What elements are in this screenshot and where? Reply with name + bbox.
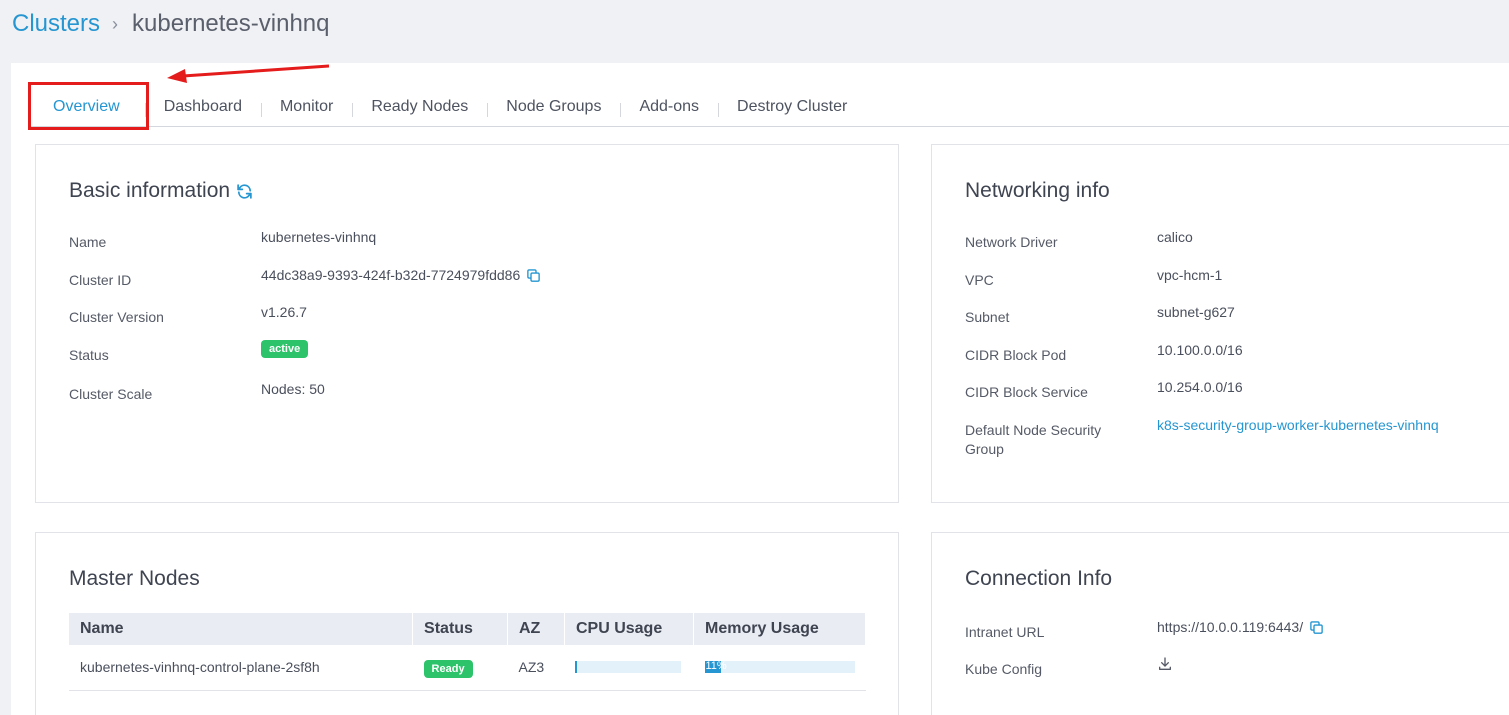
label-status: Status [69,347,109,363]
label-cluster-scale: Cluster Scale [69,386,153,402]
breadcrumb-separator: › [112,13,119,34]
value-cluster-version: v1.26.7 [261,304,307,320]
node-az: AZ3 [507,645,565,691]
download-icon[interactable] [1157,656,1173,672]
label-cluster-version: Cluster Version [69,309,164,325]
table-header-row: Name Status AZ CPU Usage Memory Usage [69,613,866,645]
value-cluster-id: 44dc38a9-9393-424f-b32d-7724979fdd86 [261,267,521,283]
value-intranet-url: https://10.0.0.119:6443/ [1157,619,1304,635]
column-header-az: AZ [507,613,565,645]
breadcrumb-clusters-link[interactable]: Clusters [12,10,100,38]
cpu-usage-bar [575,661,682,674]
tab-dashboard[interactable]: Dashboard [144,87,261,126]
tab-add-ons[interactable]: Add-ons [620,87,718,126]
master-nodes-card: Master Nodes Name Status AZ CPU Usage Me… [35,532,899,715]
column-header-status: Status [412,613,508,645]
value-cluster-scale: Nodes: 50 [261,381,325,397]
value-cidr-service: 10.254.0.0/16 [1157,379,1243,395]
column-header-name: Name [69,613,414,645]
copy-url-icon[interactable] [1309,620,1324,635]
master-nodes-table: Name Status AZ CPU Usage Memory Usage ku… [69,613,866,691]
basic-information-card: Basic information Name kubernetes-vinhnq… [35,144,899,503]
refresh-icon[interactable] [236,183,253,200]
node-status-badge: Ready [423,660,473,679]
breadcrumb: Clusters › kubernetes-vinhnq [12,10,330,38]
tab-ready-nodes[interactable]: Ready Nodes [352,87,487,126]
tab-bar: Overview Dashboard Monitor Ready Nodes N… [28,87,1509,127]
column-header-cpu-usage: CPU Usage [564,613,695,645]
master-nodes-title: Master Nodes [69,567,200,590]
label-cluster-id: Cluster ID [69,272,132,288]
memory-usage-text: 11% [705,660,727,673]
label-network-driver: Network Driver [965,234,1058,250]
column-header-memory-usage: Memory Usage [693,613,866,645]
value-subnet: subnet-g627 [1157,304,1235,320]
status-badge: active [261,340,309,358]
connection-info-card: Connection Info Intranet URL https://10.… [931,532,1509,715]
label-vpc: VPC [965,272,994,288]
label-intranet-url: Intranet URL [965,624,1045,640]
tab-overview[interactable]: Overview [28,87,145,126]
label-name: Name [69,234,107,250]
label-security-group: Default Node Security Group [965,422,1102,457]
cpu-usage-fill [575,661,577,674]
annotation-arrow [167,64,330,83]
value-vpc: vpc-hcm-1 [1157,267,1223,283]
value-cidr-pod: 10.100.0.0/16 [1157,342,1243,358]
tab-destroy-cluster[interactable]: Destroy Cluster [718,87,866,126]
networking-info-card: Networking info Network Driver calico VP… [931,144,1509,503]
memory-usage-bar: 11% [704,660,855,674]
tab-monitor[interactable]: Monitor [260,87,352,126]
connection-info-title: Connection Info [965,567,1113,590]
security-group-link[interactable]: k8s-security-group-worker-kubernetes-vin… [1157,417,1439,433]
value-name: kubernetes-vinhnq [261,229,377,245]
label-cidr-pod: CIDR Block Pod [965,347,1067,363]
networking-info-title: Networking info [965,179,1110,202]
table-row: kubernetes-vinhnq-control-plane-2sf8h Re… [69,645,866,691]
value-network-driver: calico [1157,229,1193,245]
label-kube-config: Kube Config [965,661,1043,677]
breadcrumb-current: kubernetes-vinhnq [132,10,330,37]
basic-information-title: Basic information [69,179,231,202]
label-cidr-service: CIDR Block Service [965,384,1088,400]
tab-node-groups[interactable]: Node Groups [487,87,620,126]
node-name: kubernetes-vinhnq-control-plane-2sf8h [69,645,413,691]
cluster-detail-panel: Overview Dashboard Monitor Ready Nodes N… [11,63,1509,715]
label-subnet: Subnet [965,309,1010,325]
copy-icon[interactable] [526,268,541,283]
